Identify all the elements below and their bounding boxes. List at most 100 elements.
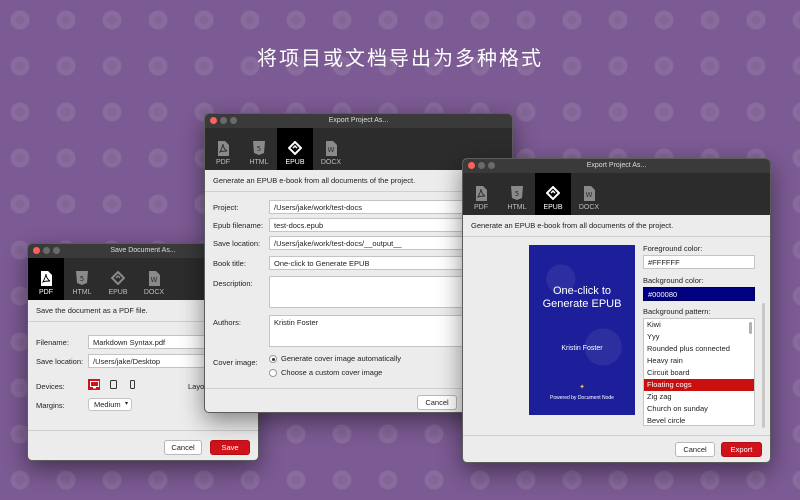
tab-label: PDF — [474, 204, 488, 211]
tablet-icon — [109, 380, 117, 389]
radio-dot — [269, 368, 277, 377]
tab-docx[interactable]: W DOCX — [313, 128, 349, 170]
description-label: Description: — [213, 279, 253, 288]
tab-pdf[interactable]: PDF — [205, 128, 241, 170]
tab-label: DOCX — [320, 159, 342, 166]
tab-pdf[interactable]: PDF — [28, 258, 64, 300]
tab-html[interactable]: 5 HTML — [241, 128, 277, 170]
phone-icon — [129, 380, 135, 389]
project-label: Project: — [213, 203, 239, 212]
format-toolbar: PDF 5 HTML EPUB W DOCX — [463, 173, 770, 215]
background-label: Background color: — [643, 276, 704, 285]
tab-label: HTML — [507, 204, 527, 211]
tab-label: PDF — [216, 159, 230, 166]
svg-text:W: W — [151, 276, 158, 284]
footer: Cancel Export — [463, 435, 770, 462]
save-location-field[interactable]: /Users/jake/Desktop — [88, 354, 208, 368]
html5-icon: 5 — [510, 185, 524, 201]
list-item[interactable]: Heavy rain — [644, 355, 754, 367]
zoom-button[interactable] — [53, 247, 60, 254]
sparkle-icon: ✦ — [579, 384, 585, 391]
close-button[interactable] — [33, 247, 40, 254]
panel-scrollbar[interactable] — [762, 303, 765, 428]
margins-value: Medium — [94, 400, 121, 409]
svg-text:W: W — [586, 191, 593, 199]
list-item[interactable]: Church on sunday — [644, 403, 754, 415]
background-field[interactable]: #000080 — [643, 287, 755, 301]
tab-label: HTML — [249, 159, 269, 166]
list-item[interactable]: Circuit board — [644, 367, 754, 379]
device-phone-button[interactable] — [126, 379, 138, 390]
html5-icon: 5 — [252, 140, 266, 156]
zoom-button[interactable] — [230, 117, 237, 124]
window-title: Save Document As... — [110, 247, 176, 254]
tab-epub[interactable]: EPUB — [100, 258, 136, 300]
cover-auto-radio[interactable]: Generate cover image automatically — [269, 354, 401, 363]
margins-select[interactable]: Medium ▾ — [88, 398, 132, 411]
foreground-label: Foreground color: — [643, 244, 703, 253]
radio-dot — [269, 354, 277, 363]
epub-filename-label: Epub filename: — [213, 221, 264, 230]
tab-label: EPUB — [108, 289, 128, 296]
word-doc-icon: W — [324, 140, 338, 156]
cancel-button[interactable]: Cancel — [417, 395, 457, 410]
tab-label: DOCX — [143, 289, 165, 296]
list-item[interactable]: Kiwi — [644, 319, 754, 331]
cancel-button[interactable]: Cancel — [164, 440, 202, 455]
filename-label: Filename: — [36, 338, 69, 347]
titlebar: Export Project As... — [205, 114, 512, 128]
filename-field[interactable]: Markdown Syntax.pdf — [88, 335, 208, 349]
pattern-list[interactable]: Kiwi Yyy Rounded plus connected Heavy ra… — [643, 318, 755, 426]
book-title-label: Book title: — [213, 259, 246, 268]
window-controls — [33, 247, 60, 254]
chevron-down-icon: ▾ — [124, 401, 128, 407]
list-item[interactable]: Zig zag — [644, 391, 754, 403]
tab-pdf[interactable]: PDF — [463, 173, 499, 215]
close-button[interactable] — [210, 117, 217, 124]
titlebar: Export Project As... — [463, 159, 770, 173]
cover-custom-radio[interactable]: Choose a custom cover image — [269, 368, 382, 377]
list-item[interactable]: Rounded plus connected — [644, 343, 754, 355]
cancel-button[interactable]: Cancel — [675, 442, 715, 457]
device-desktop-button[interactable] — [88, 379, 100, 390]
minimize-button[interactable] — [478, 162, 485, 169]
scrollbar[interactable] — [749, 322, 752, 334]
foreground-field[interactable]: #FFFFFF — [643, 255, 755, 269]
pdf-file-icon — [474, 185, 488, 201]
tab-docx[interactable]: W DOCX — [136, 258, 172, 300]
minimize-button[interactable] — [43, 247, 50, 254]
devices-label: Devices: — [36, 382, 65, 391]
device-tablet-button[interactable] — [107, 379, 119, 390]
cover-image-label: Cover image: — [213, 358, 258, 367]
headline: 将项目或文档导出为多种格式 — [257, 46, 543, 70]
close-button[interactable] — [468, 162, 475, 169]
radio-label: Generate cover image automatically — [281, 354, 402, 363]
list-item-selected[interactable]: Floating cogs — [644, 379, 754, 391]
tab-html[interactable]: 5 HTML — [499, 173, 535, 215]
tab-label: EPUB — [543, 204, 563, 211]
tab-epub[interactable]: EPUB — [277, 128, 313, 170]
epub-icon — [111, 270, 125, 286]
pdf-file-icon — [39, 270, 53, 286]
cover-settings-area: One-click to Generate EPUB Kristin Foste… — [463, 237, 770, 437]
save-button[interactable]: Save — [210, 440, 250, 455]
tab-label: EPUB — [285, 159, 305, 166]
tab-docx[interactable]: W DOCX — [571, 173, 607, 215]
save-location-label: Save location: — [213, 239, 261, 248]
tab-epub[interactable]: EPUB — [535, 173, 571, 215]
cover-powered-by: Powered by Document Node — [550, 395, 614, 401]
tab-label: PDF — [39, 289, 53, 296]
export-button[interactable]: Export — [721, 442, 762, 457]
svg-text:W: W — [328, 146, 335, 154]
tab-html[interactable]: 5 HTML — [64, 258, 100, 300]
authors-label: Authors: — [213, 318, 241, 327]
window-controls — [210, 117, 237, 124]
radio-label: Choose a custom cover image — [281, 368, 383, 377]
window-title: Export Project As... — [586, 162, 647, 169]
list-item[interactable]: Yyy — [644, 331, 754, 343]
minimize-button[interactable] — [220, 117, 227, 124]
margins-label: Margins: — [36, 401, 65, 410]
list-item[interactable]: Bevel circle — [644, 415, 754, 425]
svg-text:5: 5 — [80, 275, 84, 283]
zoom-button[interactable] — [488, 162, 495, 169]
